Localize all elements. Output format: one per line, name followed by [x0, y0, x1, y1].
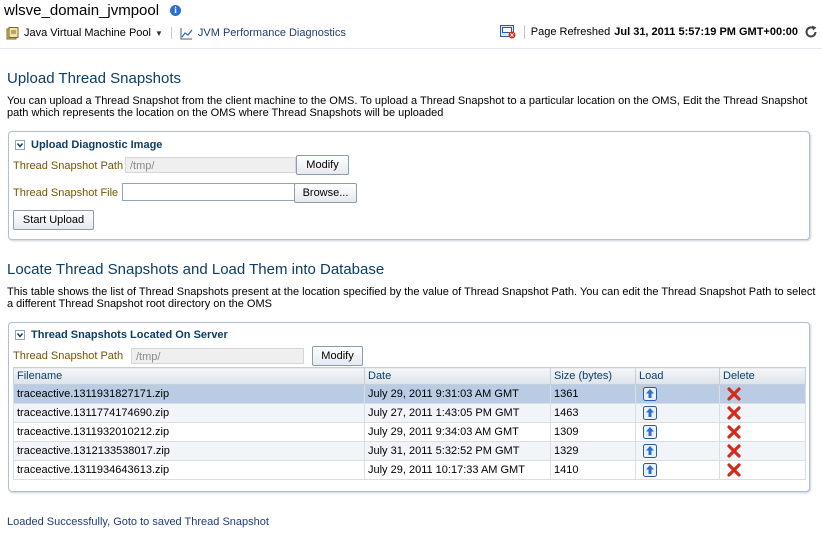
- page-header: wlsve_domain_jvmpool i Java Virtual Mach…: [0, 0, 822, 49]
- date-cell: July 27, 2011 1:43:05 PM GMT: [364, 403, 551, 423]
- monitoring-status-icon[interactable]: [499, 25, 516, 39]
- info-icon[interactable]: i: [170, 5, 181, 16]
- column-header-delete[interactable]: Delete: [719, 367, 806, 385]
- snapshots-panel-header[interactable]: Thread Snapshots Located On Server: [9, 326, 809, 344]
- jvm-pool-icon: [6, 26, 19, 39]
- filename-cell: traceactive.1312133538017.zip: [13, 441, 365, 461]
- snapshots-panel-title: Thread Snapshots Located On Server: [31, 329, 228, 341]
- delete-icon[interactable]: [727, 463, 741, 477]
- delete-icon[interactable]: [727, 387, 741, 401]
- size-cell: 1463: [550, 403, 636, 423]
- start-upload-button[interactable]: Start Upload: [13, 210, 94, 230]
- locate-section-title: Locate Thread Snapshots and Load Them in…: [7, 261, 385, 278]
- table-row[interactable]: traceactive.1311774174690.zip July 27, 2…: [13, 403, 806, 423]
- delete-icon[interactable]: [727, 425, 741, 439]
- delete-cell: [719, 441, 806, 461]
- thread-snapshots-table: Filename Date Size (bytes) Load Delete t…: [13, 367, 806, 480]
- server-path-label: Thread Snapshot Path: [13, 350, 124, 362]
- load-upload-icon[interactable]: [643, 444, 657, 458]
- delete-icon[interactable]: [727, 444, 741, 458]
- page-refreshed-time: Jul 31, 2011 5:57:19 PM GMT+00:00: [614, 26, 798, 38]
- load-upload-icon[interactable]: [643, 463, 657, 477]
- chevron-down-icon: ▼: [154, 28, 163, 38]
- jvm-diagnostics-link[interactable]: JVM Performance Diagnostics: [180, 27, 346, 40]
- delete-cell: [719, 403, 806, 423]
- page-refreshed: Page Refreshed Jul 31, 2011 5:57:19 PM G…: [499, 25, 798, 39]
- filename-cell: traceactive.1311774174690.zip: [13, 403, 365, 423]
- table-row[interactable]: traceactive.1311931827171.zip July 29, 2…: [13, 384, 806, 404]
- collapse-icon[interactable]: [15, 140, 25, 150]
- server-path-field: /tmp/: [131, 348, 304, 364]
- column-header-date[interactable]: Date: [364, 367, 551, 385]
- column-header-filename[interactable]: Filename: [13, 367, 365, 385]
- delete-cell: [719, 422, 806, 442]
- date-cell: July 31, 2011 5:32:52 PM GMT: [364, 441, 551, 461]
- date-cell: July 29, 2011 9:31:03 AM GMT: [364, 384, 551, 404]
- load-upload-icon[interactable]: [643, 387, 657, 401]
- upload-description: You can upload a Thread Snapshot from th…: [7, 95, 808, 119]
- target-name: wlsve_domain_jvmpool: [4, 2, 160, 19]
- refresh-divider: [523, 25, 525, 39]
- column-header-size[interactable]: Size (bytes): [550, 367, 636, 385]
- upload-diagnostic-image-panel: Upload Diagnostic Image Thread Snapshot …: [8, 131, 810, 240]
- locate-description: This table shows the list of Thread Snap…: [7, 286, 816, 310]
- upload-file-label: Thread Snapshot File: [13, 187, 119, 199]
- load-cell: [635, 403, 720, 423]
- thread-snapshots-panel: Thread Snapshots Located On Server Threa…: [8, 322, 810, 492]
- filename-cell: traceactive.1311931827171.zip: [13, 384, 365, 404]
- table-row[interactable]: traceactive.1312133538017.zip July 31, 2…: [13, 441, 806, 461]
- load-upload-icon[interactable]: [643, 406, 657, 420]
- delete-icon[interactable]: [727, 406, 741, 420]
- upload-path-label: Thread Snapshot Path: [13, 160, 124, 172]
- status-message-link[interactable]: Loaded Successfully, Goto to saved Threa…: [7, 516, 269, 528]
- size-cell: 1361: [550, 384, 636, 404]
- collapse-icon[interactable]: [15, 330, 25, 340]
- size-cell: 1410: [550, 460, 636, 480]
- page-refreshed-label: Page Refreshed: [530, 26, 611, 38]
- jvm-pool-menu-label: Java Virtual Machine Pool: [24, 27, 151, 39]
- size-cell: 1309: [550, 422, 636, 442]
- filename-cell: traceactive.1311934643613.zip: [13, 460, 365, 480]
- date-cell: July 29, 2011 10:17:33 AM GMT: [364, 460, 551, 480]
- target-menu-bar: Java Virtual Machine Pool ▼ JVM Performa…: [6, 24, 346, 42]
- refresh-icon[interactable]: [804, 25, 818, 39]
- load-cell: [635, 422, 720, 442]
- performance-chart-icon: [180, 27, 193, 39]
- server-path-modify-button[interactable]: Modify: [312, 346, 363, 366]
- date-cell: July 29, 2011 9:34:03 AM GMT: [364, 422, 551, 442]
- column-header-load[interactable]: Load: [635, 367, 720, 385]
- load-upload-icon[interactable]: [643, 425, 657, 439]
- upload-section-title: Upload Thread Snapshots: [7, 70, 182, 87]
- jvm-diagnostics-label: JVM Performance Diagnostics: [197, 27, 346, 39]
- upload-path-field: /tmp/: [125, 157, 296, 173]
- upload-path-modify-button[interactable]: Modify: [296, 155, 349, 175]
- size-cell: 1329: [550, 441, 636, 461]
- table-row[interactable]: traceactive.1311934643613.zip July 29, 2…: [13, 460, 806, 480]
- table-row[interactable]: traceactive.1311932010212.zip July 29, 2…: [13, 422, 806, 442]
- upload-panel-header[interactable]: Upload Diagnostic Image: [9, 136, 809, 154]
- browse-button[interactable]: Browse...: [294, 183, 357, 203]
- load-cell: [635, 384, 720, 404]
- jvm-pool-menu[interactable]: Java Virtual Machine Pool ▼: [6, 26, 163, 40]
- table-header-row: Filename Date Size (bytes) Load Delete: [13, 367, 806, 385]
- upload-panel-title: Upload Diagnostic Image: [31, 139, 163, 151]
- upload-file-input[interactable]: [122, 183, 295, 201]
- delete-cell: [719, 384, 806, 404]
- filename-cell: traceactive.1311932010212.zip: [13, 422, 365, 442]
- menu-divider: [170, 27, 172, 39]
- delete-cell: [719, 460, 806, 480]
- load-cell: [635, 441, 720, 461]
- load-cell: [635, 460, 720, 480]
